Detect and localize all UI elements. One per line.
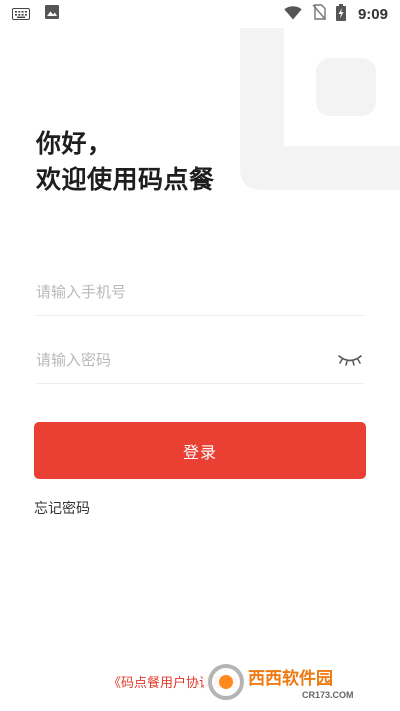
watermark-logo: 西西软件园 CR173.COM bbox=[204, 662, 380, 702]
status-left bbox=[12, 4, 60, 24]
eye-closed-icon[interactable] bbox=[336, 350, 364, 370]
battery-charging-icon bbox=[335, 3, 346, 25]
login-button[interactable]: 登录 bbox=[34, 422, 366, 479]
password-input[interactable] bbox=[36, 336, 336, 383]
password-field bbox=[36, 336, 364, 384]
login-screen: 9:09 你好， 欢迎使用码点餐 登录 忘记密码 《码点餐用户协 bbox=[0, 0, 400, 711]
greeting-hello: 你好， bbox=[36, 129, 113, 158]
user-agreement-link[interactable]: 《码点餐用户协议 bbox=[108, 676, 212, 691]
greeting-welcome: 欢迎使用码点餐 bbox=[36, 165, 215, 194]
status-time: 9:09 bbox=[357, 5, 388, 23]
no-sim-icon bbox=[312, 4, 326, 24]
watermark-brand: 西西软件园 bbox=[248, 668, 333, 689]
image-icon bbox=[44, 4, 60, 24]
background-logo-decoration bbox=[240, 28, 400, 190]
keyboard-icon bbox=[12, 5, 30, 24]
wifi-icon bbox=[284, 5, 302, 24]
phone-field bbox=[36, 268, 364, 316]
watermark-domain: CR173.COM bbox=[302, 690, 354, 700]
phone-input[interactable] bbox=[36, 268, 364, 315]
status-right: 9:09 bbox=[284, 3, 388, 25]
forgot-password-link[interactable]: 忘记密码 bbox=[34, 498, 90, 518]
greeting: 你好， 欢迎使用码点餐 bbox=[36, 126, 215, 198]
status-bar: 9:09 bbox=[0, 0, 400, 28]
